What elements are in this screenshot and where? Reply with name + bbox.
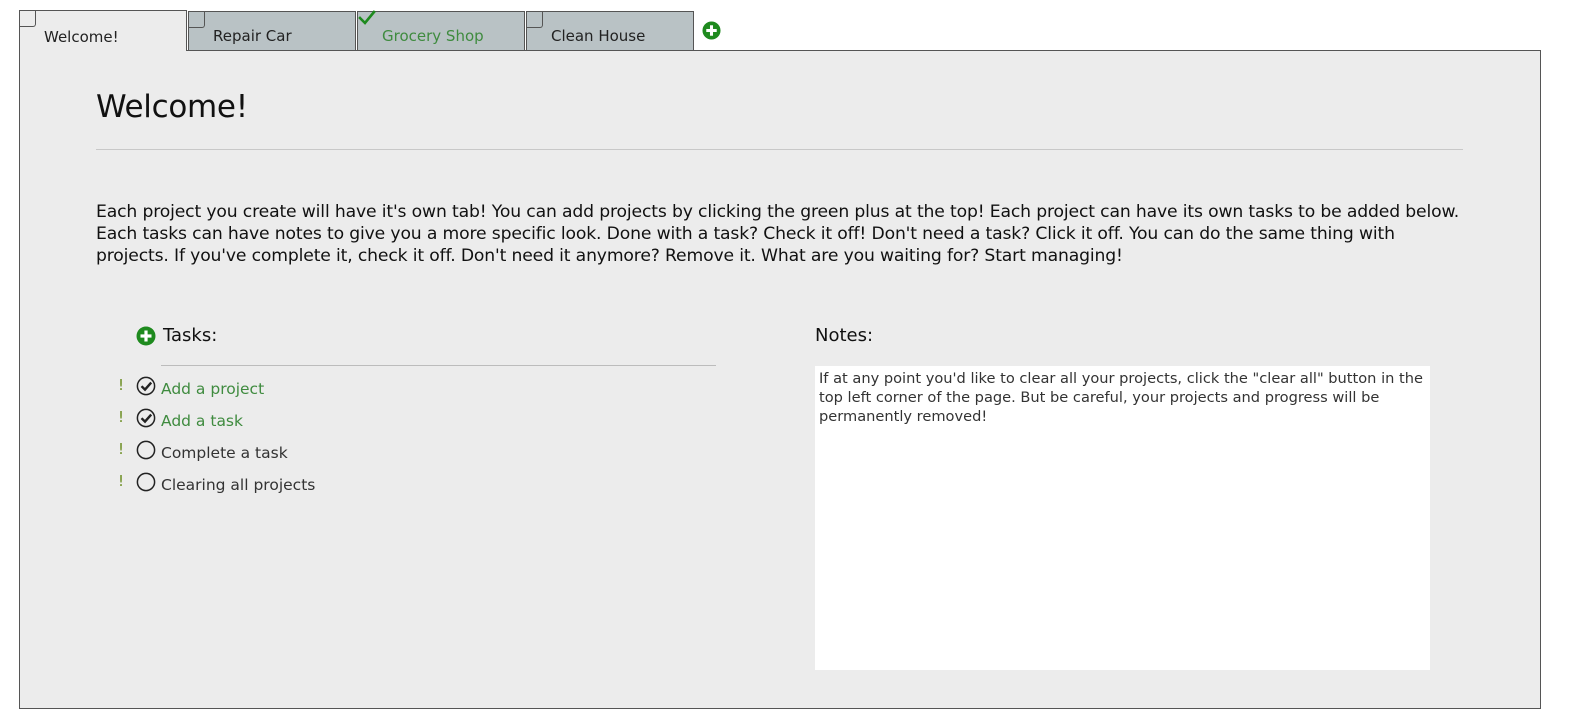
empty-circle-icon[interactable] — [136, 472, 156, 492]
tab-checkbox[interactable] — [20, 11, 36, 27]
tab-label: Grocery Shop — [382, 27, 484, 45]
tab-label: Repair Car — [213, 27, 292, 45]
priority-marker[interactable]: ! — [116, 440, 136, 458]
task-label[interactable]: Add a project — [161, 380, 264, 398]
tab-checkbox-checked[interactable] — [358, 10, 376, 28]
tasks-header: Tasks: — [136, 325, 217, 346]
tab-label: Clean House — [551, 27, 646, 45]
task-label[interactable]: Add a task — [161, 412, 243, 430]
project-description: Each project you create will have it's o… — [96, 202, 1460, 266]
task-item: ! Add a project — [116, 375, 315, 407]
project-tabs: Welcome! Repair Car Grocery Shop Clean H… — [19, 10, 695, 51]
check-circle-icon[interactable] — [136, 376, 156, 396]
priority-marker[interactable]: ! — [116, 408, 136, 426]
tab-label: Welcome! — [44, 28, 119, 46]
tab-checkbox[interactable] — [189, 12, 205, 28]
task-item: ! Add a task — [116, 407, 315, 439]
priority-marker[interactable]: ! — [116, 472, 136, 490]
project-panel: Welcome! Each project you create will ha… — [19, 50, 1541, 709]
tasks-divider — [161, 365, 716, 366]
tab-grocery-shop[interactable]: Grocery Shop — [357, 10, 525, 51]
tab-checkbox[interactable] — [527, 12, 543, 28]
notes-label: Notes: — [815, 325, 874, 346]
task-list: ! Add a project ! Add a task ! Complete … — [116, 375, 315, 503]
project-title: Welcome! — [96, 89, 248, 125]
check-circle-icon[interactable] — [136, 408, 156, 428]
task-item: ! Complete a task — [116, 439, 315, 471]
tasks-label: Tasks: — [163, 325, 218, 346]
add-project-plus-icon[interactable] — [702, 21, 721, 40]
add-task-plus-icon[interactable] — [136, 326, 156, 346]
task-label[interactable]: Clearing all projects — [161, 476, 315, 494]
tab-repair-car[interactable]: Repair Car — [188, 11, 356, 51]
task-item: ! Clearing all projects — [116, 471, 315, 503]
tab-clean-house[interactable]: Clean House — [526, 11, 694, 51]
task-label[interactable]: Complete a task — [161, 444, 288, 462]
title-divider — [96, 149, 1463, 150]
priority-marker[interactable]: ! — [116, 376, 136, 394]
tab-welcome[interactable]: Welcome! — [19, 10, 187, 51]
checkmark-icon — [358, 10, 376, 25]
empty-circle-icon[interactable] — [136, 440, 156, 460]
notes-textarea[interactable]: If at any point you'd like to clear all … — [815, 366, 1430, 670]
